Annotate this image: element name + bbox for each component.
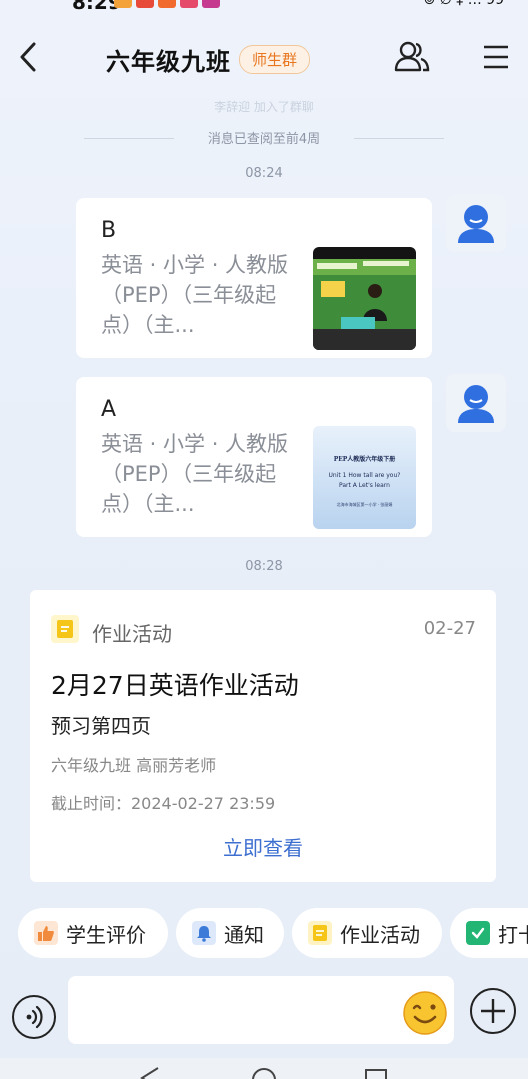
- timestamp: 08:24: [245, 166, 283, 181]
- quick-action-notice[interactable]: 通知: [176, 908, 284, 958]
- status-right: ⊚ ∅ ‡ … 99: [423, 0, 504, 8]
- quick-action-label: 打卡: [498, 922, 528, 947]
- system-nav-bar: [0, 1058, 528, 1079]
- input-bar: [0, 968, 528, 1058]
- emoji-button[interactable]: [402, 990, 448, 1040]
- status-bar: 8:29 ⊚ ∅ ‡ … 99: [0, 0, 528, 14]
- more-button[interactable]: [470, 988, 516, 1034]
- read-divider-text: 消息已查阅至前4周: [207, 132, 321, 147]
- homework-card[interactable]: 作业活动 02-27 2月27日英语作业活动 预习第四页 六年级九班 高丽芳老师…: [30, 590, 496, 882]
- homework-deadline: 截止时间：2024-02-27 23:59: [51, 794, 276, 813]
- slide-header: PEP人教版六年级下册: [333, 456, 396, 463]
- homework-icon: [51, 615, 79, 643]
- video-thumbnail: [313, 247, 416, 350]
- members-icon: [394, 41, 430, 72]
- quick-action-student-review[interactable]: 学生评价: [18, 908, 168, 958]
- voice-button[interactable]: [12, 995, 56, 1039]
- checkin-icon: [466, 921, 490, 945]
- slide-line2: Part A Let's learn: [339, 482, 390, 489]
- quick-action-label: 通知: [224, 922, 264, 947]
- nav-back-icon[interactable]: [138, 1066, 162, 1079]
- chat-header: 六年级九班 师生群 李辞迎 加入了群聊: [0, 14, 528, 114]
- system-message: 李辞迎 加入了群聊: [214, 100, 314, 114]
- user-avatar-icon: [458, 385, 494, 423]
- bell-icon: [192, 921, 216, 945]
- quick-action-label: 作业活动: [340, 922, 420, 947]
- resource-message-card[interactable]: B 英语 · 小学 · 人教版（PEP）（三年级起点）（主...: [76, 198, 432, 358]
- resource-message-card[interactable]: A 英语 · 小学 · 人教版（PEP）（三年级起点）（主... PEP人教版六…: [76, 377, 432, 537]
- homework-type: 作业活动: [92, 622, 172, 646]
- message-description: 英语 · 小学 · 人教版（PEP）（三年级起点）（主...: [101, 253, 289, 337]
- thumbs-up-icon: [34, 921, 58, 945]
- message-label: B: [101, 218, 117, 243]
- quick-action-checkin[interactable]: 打卡: [450, 908, 528, 958]
- quick-action-label: 学生评价: [66, 922, 146, 947]
- homework-title: 2月27日英语作业活动: [51, 671, 299, 700]
- homework-subtitle: 预习第四页: [51, 714, 151, 738]
- message-input[interactable]: [68, 976, 454, 1044]
- menu-button[interactable]: [482, 44, 510, 74]
- slide-thumbnail: PEP人教版六年级下册 Unit 1 How tall are you? Par…: [313, 426, 416, 529]
- timestamp: 08:28: [245, 559, 283, 574]
- message-description: 英语 · 小学 · 人教版（PEP）（三年级起点）（主...: [101, 432, 289, 516]
- voice-icon: [26, 1005, 43, 1029]
- page-title: 六年级九班: [106, 48, 231, 76]
- hamburger-menu-icon: [484, 45, 508, 69]
- homework-class-teacher: 六年级九班 高丽芳老师: [51, 756, 217, 775]
- back-button[interactable]: [14, 40, 44, 74]
- group-type-badge: 师生群: [239, 45, 311, 74]
- notification-icons: [114, 0, 220, 8]
- homework-icon: [308, 921, 332, 945]
- nav-recents-icon[interactable]: [364, 1068, 388, 1079]
- emoji-icon: [403, 991, 447, 1035]
- slide-line1: Unit 1 How tall are you?: [328, 472, 401, 479]
- sender-avatar[interactable]: [446, 194, 506, 252]
- read-divider: 消息已查阅至前4周: [84, 128, 444, 148]
- plus-icon: [481, 999, 505, 1023]
- quick-actions-bar: 学生评价 通知 作业活动 打卡: [0, 908, 528, 958]
- message-label: A: [101, 397, 117, 422]
- sender-avatar[interactable]: [446, 374, 506, 432]
- quick-action-homework[interactable]: 作业活动: [292, 908, 442, 958]
- homework-date: 02-27: [423, 618, 476, 639]
- back-arrow-icon: [20, 42, 36, 72]
- user-avatar-icon: [458, 205, 494, 243]
- members-button[interactable]: [394, 40, 430, 78]
- view-now-button[interactable]: 立即查看: [30, 832, 496, 861]
- nav-home-icon[interactable]: [250, 1066, 278, 1079]
- slide-footer: 北海市海城区第一小学 · 张丽娟: [336, 502, 393, 507]
- title-area: 六年级九班 师生群: [106, 42, 311, 77]
